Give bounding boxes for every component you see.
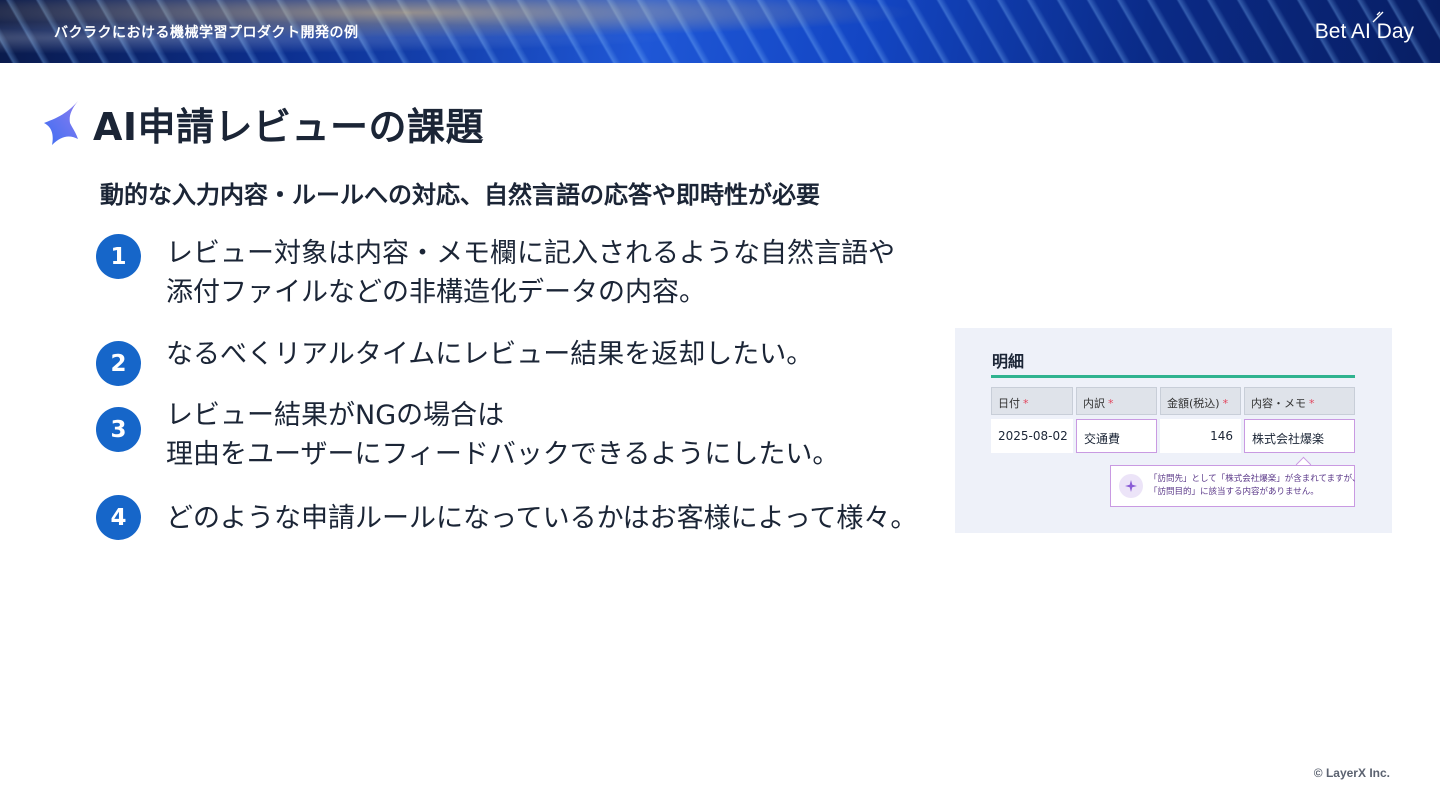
category-cell[interactable]: 交通費 [1076,419,1157,453]
column-header-amount: 金額(税込) * [1160,387,1241,415]
subtitle: 動的な入力内容・ルールへの対応、自然言語の応答や即時性が必要 [100,181,820,209]
number-badge: 3 [96,407,141,452]
header-banner: バクラクにおける機械学習プロダクト開発の例 Bet AI Day [0,0,1440,63]
list-item-text: なるべくリアルタイムにレビュー結果を返却したい。 [166,339,814,370]
brand-logo: Bet AI Day [1314,20,1414,43]
amount-cell[interactable]: 146 [1160,419,1241,453]
list-item-text: レビュー結果がNGの場合は 理由をユーザーにフィードバックできるようにしたい。 [166,400,840,470]
list-item-text: レビュー対象は内容・メモ欄に記入されるような自然言語や 添付ファイルなどの非構造… [166,238,895,308]
number-badge: 1 [96,234,141,279]
date-cell[interactable]: 2025-08-02 [991,419,1073,453]
ai-review-tooltip: 「訪問先」として「株式会社爆楽」が含まれてますが、 「訪問目的」に該当する内容が… [1110,465,1360,507]
tooltip-message: 「訪問先」として「株式会社爆楽」が含まれてますが、 「訪問目的」に該当する内容が… [1149,474,1361,497]
list-item-text: どのような申請ルールになっているかはお客様によって様々。 [166,503,918,534]
panel-heading: 明細 [992,352,1025,371]
copyright: © LayerX Inc. [1313,766,1390,780]
column-header-memo: 内容・メモ * [1244,387,1355,415]
heading-underline [991,375,1355,378]
sparkle-icon [44,101,78,145]
number-badge: 2 [96,341,141,386]
column-header-date: 日付 * [991,387,1073,415]
expense-detail-panel: 明細 日付 * 内訳 * 金額(税込) * 内容・メモ * 2025-08-02 交通費… [955,328,1392,533]
page-title: AI申請レビューの課題 [93,105,485,149]
number-badge: 4 [96,495,141,540]
memo-cell[interactable]: 株式会社爆楽 [1244,419,1355,453]
sparkle-icon [1119,474,1143,498]
section-title: バクラクにおける機械学習プロダクト開発の例 [54,25,359,41]
column-header-category: 内訳 * [1076,387,1157,415]
